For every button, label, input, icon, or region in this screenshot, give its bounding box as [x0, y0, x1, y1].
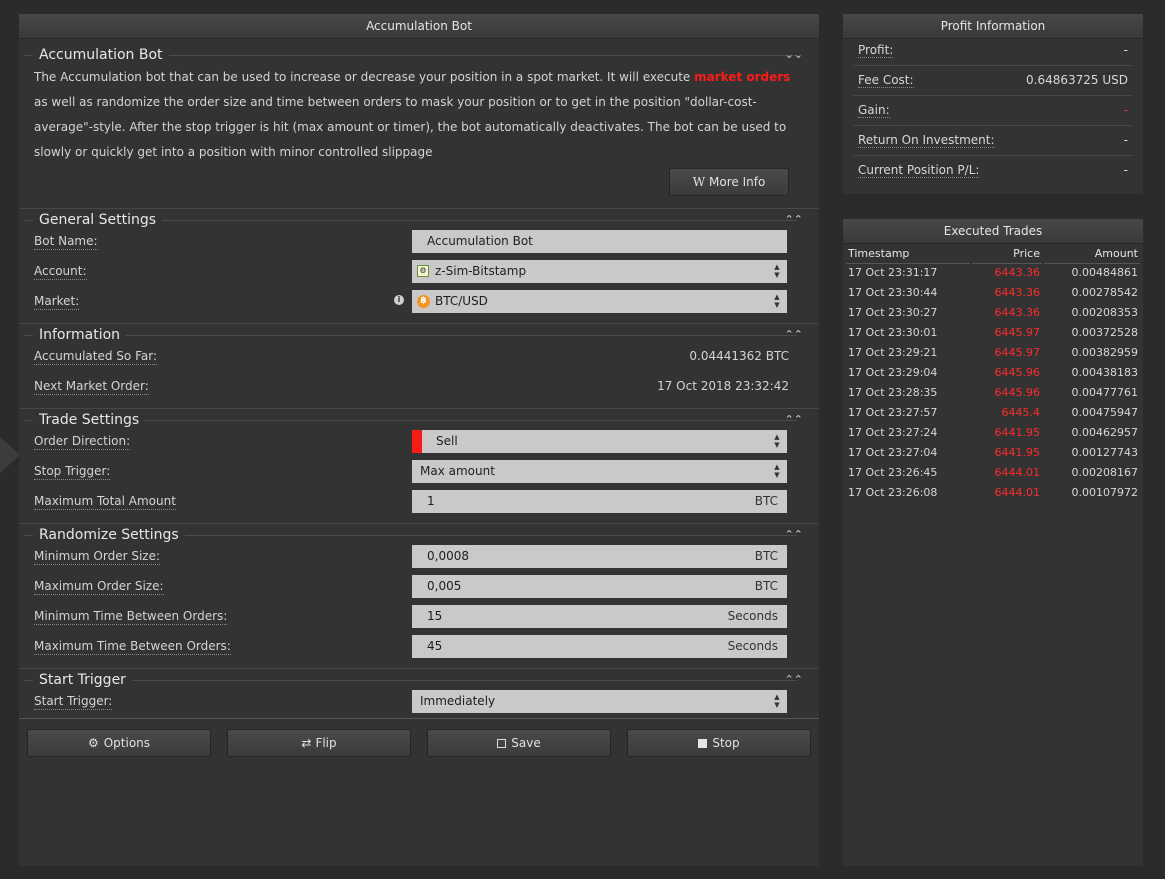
more-info-button[interactable]: W More Info: [669, 168, 789, 196]
select-arrows-icon: ▲ ▼: [774, 433, 780, 449]
position-pl-row: Current Position P/L: -: [858, 163, 1128, 178]
executed-trades-panel: Executed Trades Timestamp Price Amount 1…: [843, 219, 1143, 866]
start-trigger-heading: Start Trigger: [33, 671, 132, 689]
table-row: 17 Oct 23:27:04 6441.95 0.00127743: [848, 446, 1138, 459]
panel-title: Accumulation Bot: [19, 14, 819, 39]
randomize-settings-heading: Randomize Settings: [33, 526, 185, 544]
max-time-label: Maximum Time Between Orders:: [34, 639, 231, 655]
stop-button[interactable]: Stop: [627, 729, 811, 757]
exchange-icon: ⚙: [417, 265, 429, 277]
select-arrows-icon: ▲ ▼: [774, 463, 780, 479]
information-header[interactable]: Information ⌃⌃: [19, 326, 819, 344]
table-row: 17 Oct 23:29:04 6445.96 0.00438183: [848, 366, 1138, 379]
table-row: 17 Oct 23:27:24 6441.95 0.00462957: [848, 426, 1138, 439]
min-time-label: Minimum Time Between Orders:: [34, 609, 228, 625]
chevron-double-up-icon[interactable]: ⌃⌃: [785, 672, 803, 688]
gear-icon: ⚙: [87, 736, 99, 750]
flip-button[interactable]: ⇄ Flip: [227, 729, 411, 757]
stop-trigger-label: Stop Trigger:: [34, 464, 111, 480]
select-arrows-icon: ▲ ▼: [774, 263, 780, 279]
accumulated-label: Accumulated So Far:: [34, 349, 157, 365]
save-button[interactable]: Save: [427, 729, 611, 757]
sell-indicator: [412, 430, 422, 453]
amount-header[interactable]: Amount: [1095, 246, 1138, 262]
table-row: 17 Oct 23:29:21 6445.97 0.00382959: [848, 346, 1138, 359]
general-settings-heading: General Settings: [33, 211, 163, 229]
options-button[interactable]: ⚙ Options: [27, 729, 211, 757]
table-row: 17 Oct 23:26:08 6444.01 0.00107972: [848, 486, 1138, 499]
profit-panel-title: Profit Information: [843, 14, 1143, 39]
market-label: Market:: [34, 294, 80, 310]
max-order-size-label: Maximum Order Size:: [34, 579, 164, 595]
price-header[interactable]: Price: [1013, 246, 1040, 262]
max-total-label: Maximum Total Amount: [34, 494, 176, 510]
order-direction-label: Order Direction:: [34, 434, 131, 450]
floppy-icon: [497, 739, 507, 748]
chevron-double-up-icon[interactable]: ⌃⌃: [785, 527, 803, 543]
table-row: 17 Oct 23:28:35 6445.96 0.00477761: [848, 386, 1138, 399]
table-row: 17 Oct 23:30:27 6443.36 0.00208353: [848, 306, 1138, 319]
start-trigger-label: Start Trigger:: [34, 694, 113, 710]
next-order-label: Next Market Order:: [34, 379, 149, 395]
shuffle-icon: ⇄: [301, 736, 312, 750]
table-row: 17 Oct 23:27:57 6445.4 0.00475947: [848, 406, 1138, 419]
stop-square-icon: [698, 739, 708, 748]
chevron-double-up-icon[interactable]: ⌃⌃: [785, 212, 803, 228]
side-collapse-arrow[interactable]: [0, 437, 20, 473]
accumulated-value: 0.04441362 BTC: [689, 349, 789, 363]
roi-row: Return On Investment: -: [858, 133, 1128, 148]
table-row: 17 Oct 23:30:01 6445.97 0.00372528: [848, 326, 1138, 339]
chevron-double-up-icon[interactable]: ⌃⌃: [785, 327, 803, 343]
select-arrows-icon: ▲ ▼: [774, 293, 780, 309]
select-arrows-icon: ▲ ▼: [774, 693, 780, 709]
timestamp-header[interactable]: Timestamp: [848, 246, 909, 262]
trade-settings-header[interactable]: Trade Settings ⌃⌃: [19, 411, 819, 429]
trade-settings-heading: Trade Settings: [33, 411, 146, 429]
bitcoin-icon: ฿: [417, 295, 430, 308]
chevron-double-down-icon[interactable]: ⌄⌄: [785, 47, 803, 63]
min-time-input[interactable]: 15 Seconds: [412, 605, 787, 628]
gain-row: Gain: -: [858, 103, 1128, 118]
table-row: 17 Oct 23:26:45 6444.01 0.00208167: [848, 466, 1138, 479]
max-time-input[interactable]: 45 Seconds: [412, 635, 787, 658]
profit-row: Profit: -: [858, 43, 1128, 58]
information-heading: Information: [33, 326, 127, 344]
table-row: 17 Oct 23:30:44 6443.36 0.00278542: [848, 286, 1138, 299]
accumulation-bot-panel: Accumulation Bot Accumulation Bot ⌄⌄ The…: [19, 14, 819, 866]
intro-heading: Accumulation Bot: [33, 46, 169, 64]
bot-description: The Accumulation bot that can be used to…: [34, 70, 791, 159]
next-order-value: 17 Oct 2018 23:32:42: [657, 379, 789, 393]
profit-information-panel: Profit Information Profit: - Fee Cost: 0…: [843, 14, 1143, 194]
stop-trigger-select[interactable]: Max amount ▲ ▼: [412, 460, 787, 483]
market-orders-link[interactable]: market orders: [694, 70, 790, 84]
start-trigger-header[interactable]: Start Trigger ⌃⌃: [19, 671, 819, 689]
max-total-input[interactable]: 1 BTC: [412, 490, 787, 513]
start-trigger-select[interactable]: Immediately ▲ ▼: [412, 690, 787, 713]
general-settings-header[interactable]: General Settings ⌃⌃: [19, 211, 819, 229]
table-row: 17 Oct 23:31:17 6443.36 0.00484861: [848, 266, 1138, 279]
market-select[interactable]: ฿ BTC/USD ▲ ▼: [412, 290, 787, 313]
chevron-double-up-icon[interactable]: ⌃⌃: [785, 412, 803, 428]
fee-cost-row: Fee Cost: 0.64863725 USD: [858, 73, 1128, 88]
wikipedia-icon: W: [692, 175, 706, 189]
bot-name-input[interactable]: Accumulation Bot: [412, 230, 787, 253]
intro-section-header[interactable]: Accumulation Bot ⌄⌄: [19, 46, 819, 64]
order-direction-select[interactable]: Sell ▲ ▼: [412, 430, 787, 453]
account-select[interactable]: ⚙ z-Sim-Bitstamp ▲ ▼: [412, 260, 787, 283]
max-order-size-input[interactable]: 0,005 BTC: [412, 575, 787, 598]
min-order-size-input[interactable]: 0,0008 BTC: [412, 545, 787, 568]
randomize-settings-header[interactable]: Randomize Settings ⌃⌃: [19, 526, 819, 544]
bot-name-label: Bot Name:: [34, 234, 98, 250]
info-icon[interactable]: i: [394, 295, 404, 305]
min-order-size-label: Minimum Order Size:: [34, 549, 161, 565]
trades-panel-title: Executed Trades: [843, 219, 1143, 244]
account-label: Account:: [34, 264, 87, 280]
